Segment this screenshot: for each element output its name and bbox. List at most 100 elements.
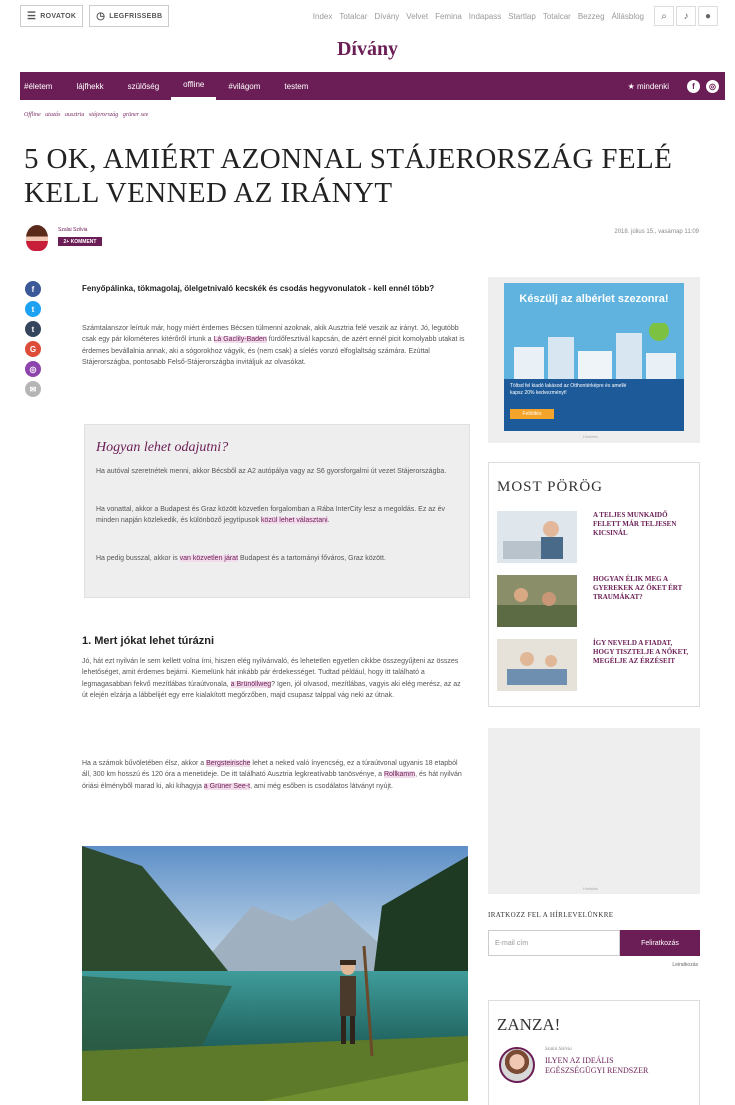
article-headline: 5 OK, AMIÉRT AZONNAL STÁJERORSZÁG FELÉ K… (24, 143, 673, 209)
inline-link[interactable]: Bergsteirische (206, 760, 251, 767)
publish-date: 2018. július 15., vasárnap 11:09 (614, 229, 699, 235)
ad-label: Hirdetés (583, 886, 598, 891)
inline-link[interactable]: van közvetlen járat (179, 555, 239, 562)
nav-item-offline[interactable]: offline (171, 72, 217, 100)
inline-link[interactable]: Rollkamm (383, 771, 416, 779)
hamburger-icon: ☰ (27, 10, 37, 22)
main-nav: #életem lájfhekk szülőség offline #világ… (20, 72, 725, 100)
facebook-icon[interactable]: f (25, 281, 41, 297)
inline-link[interactable]: a Brünöllweg (230, 680, 272, 688)
portal-link[interactable]: Totalcar (543, 12, 571, 21)
instagram-icon[interactable]: ◎ (706, 79, 719, 93)
newsletter-title: IRATKOZZ FEL A HÍRLEVELÜNKRE (488, 911, 614, 919)
trending-item[interactable]: Így neveld a fiadat, hogy tisztelje a nő… (497, 639, 693, 691)
portal-link[interactable]: Totalcar (339, 12, 367, 21)
email-field[interactable]: E-mail cím (488, 930, 620, 956)
breadcrumb: Offline utazás ausztria stájerország grü… (24, 112, 151, 118)
portal-link[interactable]: Index (313, 12, 333, 21)
author-avatar[interactable] (26, 225, 48, 251)
email-icon[interactable]: ✉ (25, 381, 41, 397)
breadcrumb-item[interactable]: Offline (24, 112, 41, 118)
comment-badge[interactable]: 2+ KOMMENT (58, 237, 102, 246)
bell-icon[interactable]: ♪ (676, 6, 696, 26)
trending-item[interactable]: A teljes munkaidő felett már teljesen ki… (497, 511, 693, 563)
share-rail: f t t G ◎ ✉ (25, 281, 41, 401)
breadcrumb-item[interactable]: grüner see (123, 112, 149, 118)
trending-title: MOST PÖRÖG (497, 479, 603, 495)
avatar[interactable] (499, 1047, 535, 1083)
latest-label: LEGFRISSEBB (109, 12, 163, 20)
text-run: Budapest és a tartományi főváros, Graz k… (238, 555, 386, 562)
article-lead: Fenyőpálinka, tökmagolaj, ölelgetnivaló … (82, 284, 435, 293)
tumblr-icon[interactable]: t (25, 321, 41, 337)
ad-placeholder[interactable]: Hirdetés (488, 728, 700, 894)
site-logo[interactable]: Dívány (0, 38, 735, 61)
trending-thumbnail (497, 511, 577, 563)
twitter-icon[interactable]: t (25, 301, 41, 317)
breadcrumb-item[interactable]: stájerország (89, 112, 118, 118)
section-heading: 1. Mert jókat lehet túrázni (82, 635, 215, 647)
nav-item-testem[interactable]: testem (272, 72, 320, 100)
inline-link[interactable]: a Grüner See-t (203, 782, 251, 790)
ad-label: Hirdetés (583, 434, 598, 439)
search-icon[interactable]: ⌕ (654, 6, 674, 26)
portal-link[interactable]: Állásblog (612, 12, 644, 21)
info-box-paragraph: Ha vonattal, akkor a Budapest és Graz kö… (96, 504, 456, 527)
ad-title: Készülj az albérlet szezonra! (519, 293, 669, 305)
portal-link[interactable]: Dívány (374, 12, 399, 21)
trending-box: MOST PÖRÖG A teljes munkaidő felett már … (488, 462, 700, 707)
text-run: Ha pedig busszal, akkor is (96, 555, 180, 562)
article-paragraph: Jó, hát ezt nyilván le sem kellett volna… (82, 656, 466, 702)
sections-menu-label: ROVATOK (40, 12, 77, 20)
ad-text: Töltsd fel kiadó lakásod az Otthontérkép… (510, 383, 627, 396)
hero-photo (82, 846, 468, 1101)
subscribe-button[interactable]: Feliratkozás (620, 930, 700, 956)
trending-thumbnail (497, 575, 577, 627)
zanza-author[interactable]: Szalai Szilvia (545, 1047, 572, 1052)
article-intro: Számtalanszor leírtuk már, hogy miért ér… (82, 323, 466, 369)
article-paragraph: Ha a számok bűvöletében élsz, akkor a Be… (82, 758, 466, 792)
nav-item-szuloseg[interactable]: szülőség (116, 72, 172, 100)
mindenki-link[interactable]: ★ mindenki (628, 82, 669, 91)
inline-link[interactable]: közül lehet választani (261, 517, 328, 525)
portal-links: Index Totalcar Dívány Velvet Femina Inda… (306, 12, 644, 21)
author-name[interactable]: Szalai Szilvia (58, 227, 87, 233)
google-plus-icon[interactable]: G (25, 341, 41, 357)
sections-menu-button[interactable]: ☰ ROVATOK (20, 5, 84, 27)
ad-cta-button[interactable]: Feltöltés (510, 409, 554, 419)
portal-link[interactable]: Bezzeg (578, 12, 605, 21)
author-row: Szalai Szilvia 2+ KOMMENT 2018. július 1… (24, 225, 699, 251)
breadcrumb-item[interactable]: ausztria (65, 112, 84, 118)
zanza-title: ZANZA! (497, 1015, 561, 1034)
portal-link[interactable]: Indapass (469, 12, 501, 21)
clock-icon: ◷ (96, 10, 106, 22)
trending-headline[interactable]: Így neveld a fiadat, hogy tisztelje a nő… (593, 639, 693, 666)
zanza-box: ZANZA! Szalai Szilvia Ilyen az ideális e… (488, 1000, 700, 1105)
zanza-headline[interactable]: Ilyen az ideális egészségügyi rendszer (545, 1056, 655, 1076)
facebook-icon[interactable]: f (687, 79, 700, 93)
info-box-paragraph: Ha pedig busszal, akkor is van közvetlen… (96, 553, 456, 564)
utility-bar: ☰ ROVATOK ◷ LEGFRISSEBB Index Totalcar D… (20, 4, 718, 28)
unsubscribe-link[interactable]: Leiratkozás (672, 962, 698, 968)
messenger-icon[interactable]: ◎ (25, 361, 41, 377)
ad-banner[interactable]: Készülj az albérlet szezonra! Töltsd fel… (488, 277, 700, 443)
portal-link[interactable]: Velvet (406, 12, 428, 21)
nav-item-eletem[interactable]: #életem (20, 72, 64, 100)
portal-link[interactable]: Startlap (508, 12, 536, 21)
inline-link[interactable]: Lá Gaclily-Baden (213, 336, 267, 344)
user-icon[interactable]: ● (698, 6, 718, 26)
breadcrumb-item[interactable]: utazás (45, 112, 60, 118)
trending-thumbnail (497, 639, 577, 691)
latest-button[interactable]: ◷ LEGFRISSEBB (89, 5, 170, 27)
info-box-paragraph: Ha autóval szeretnétek menni, akkor Bécs… (96, 468, 447, 475)
info-box: Hogyan lehet odajutni? Ha autóval szeret… (84, 424, 470, 598)
trending-headline[interactable]: A teljes munkaidő felett már teljesen ki… (593, 511, 693, 538)
trending-headline[interactable]: Hogyan élik meg a gyerekek az őket ért t… (593, 575, 693, 602)
info-box-title: Hogyan lehet odajutni? (96, 440, 229, 455)
trending-item[interactable]: Hogyan élik meg a gyerekek az őket ért t… (497, 575, 693, 627)
text-run: , ami még esőben is csodálatos látványt … (250, 782, 393, 790)
portal-link[interactable]: Femina (435, 12, 462, 21)
nav-item-vilagom[interactable]: #világom (216, 72, 272, 100)
nav-item-lajfhekk[interactable]: lájfhekk (64, 72, 115, 100)
text-run: Ha a számok bűvöletében élsz, akkor a (82, 760, 207, 767)
